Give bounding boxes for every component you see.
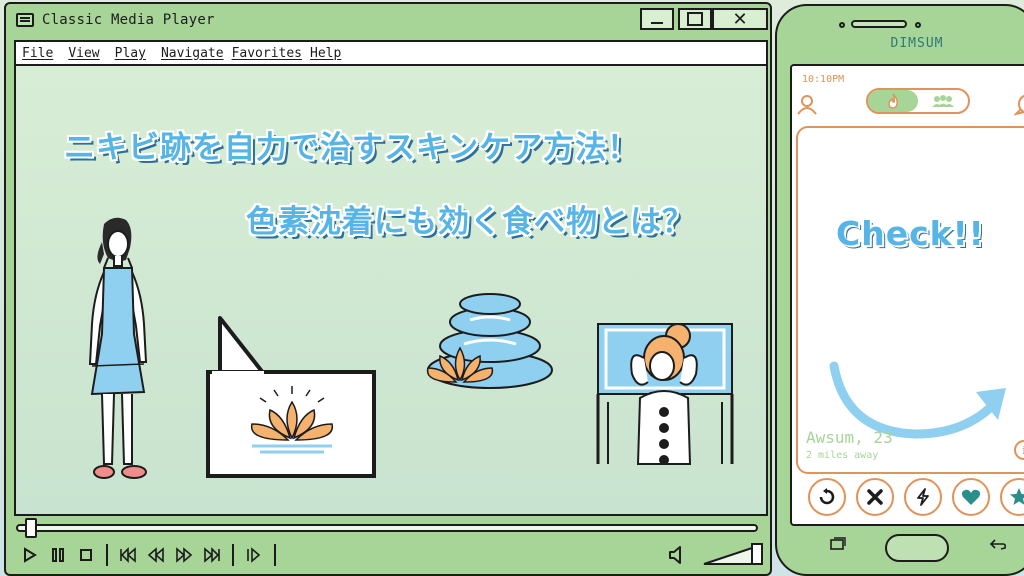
close-icon: ✕: [732, 8, 748, 30]
fast-forward-button[interactable]: [170, 543, 198, 567]
profile-distance: 2 miles away: [806, 450, 879, 461]
close-button[interactable]: ✕: [712, 8, 768, 30]
woman-illustration: [88, 217, 148, 479]
playback-controls: [16, 542, 282, 568]
frame-step-button[interactable]: [240, 543, 268, 567]
seek-handle[interactable]: [25, 518, 38, 538]
profile-icon[interactable]: [796, 94, 818, 116]
recent-apps-icon[interactable]: [829, 536, 847, 552]
phone-brand: DIMSUM: [890, 36, 944, 51]
app-tabs: [866, 88, 970, 114]
phone-sensor-dot: [915, 22, 921, 28]
video-headline-1: ニキビ跡を自力で治すスキンケア方法！: [64, 130, 640, 166]
seek-bar[interactable]: [16, 524, 758, 532]
swipe-actions: [808, 478, 1024, 516]
controls-separator: [274, 544, 276, 566]
relaxing-woman-illustration: [596, 323, 734, 465]
boost-action-button[interactable]: [904, 478, 942, 516]
undo-icon: [819, 488, 835, 505]
menu-bar: File View Play Navigate Favorites Help: [14, 40, 768, 66]
star-icon: [1010, 488, 1024, 505]
phone-speaker: [851, 20, 907, 28]
tab-discover[interactable]: [868, 90, 918, 112]
skip-forward-icon: [204, 547, 220, 563]
play-icon: [24, 547, 37, 563]
video-screen[interactable]: ニキビ跡を自力で治すスキンケア方法！ 色素沈着にも効く食べ物とは？: [14, 66, 768, 516]
video-headline-2: 色素沈着にも効く食べ物とは？: [246, 204, 694, 240]
fast-forward-icon: [176, 547, 193, 563]
menu-favorites[interactable]: Favorites: [232, 46, 302, 61]
controls-separator: [106, 544, 108, 566]
superlike-action-button[interactable]: [1000, 478, 1024, 516]
title-bar[interactable]: Classic Media Player ✕: [6, 4, 770, 38]
skip-forward-button[interactable]: [198, 543, 226, 567]
menu-help[interactable]: Help: [310, 46, 341, 61]
volume-slider[interactable]: [702, 542, 766, 566]
phone-camera-dot: [839, 22, 845, 28]
flame-icon: [888, 93, 898, 109]
skip-back-button[interactable]: [114, 543, 142, 567]
rewind-action-button[interactable]: [808, 478, 846, 516]
phone-device: DIMSUM 10:10PM Check!! Awsum, 23 2 miles…: [775, 4, 1024, 576]
rewind-icon: [147, 547, 164, 563]
profile-card[interactable]: Check!! Awsum, 23 2 miles away i: [796, 126, 1024, 474]
dislike-action-button[interactable]: [856, 478, 894, 516]
stop-icon: [80, 549, 92, 561]
media-player-window: Classic Media Player ✕ File View Play Na…: [4, 2, 772, 576]
rewind-button[interactable]: [142, 543, 170, 567]
chat-icon[interactable]: [1014, 92, 1024, 116]
menu-navigate[interactable]: Navigate: [161, 46, 224, 61]
speech-bubble-lotus: [206, 316, 376, 478]
pause-button[interactable]: [44, 543, 72, 567]
back-icon[interactable]: [989, 536, 1007, 552]
stop-button[interactable]: [72, 543, 100, 567]
controls-separator: [232, 544, 234, 566]
menu-view[interactable]: View: [68, 46, 99, 61]
heart-icon: [961, 489, 981, 505]
tab-friends[interactable]: [918, 90, 968, 112]
card-headline: Check!!: [836, 214, 985, 253]
group-icon: [932, 95, 954, 107]
menu-play[interactable]: Play: [115, 46, 146, 61]
play-button[interactable]: [16, 543, 44, 567]
status-time: 10:10PM: [802, 74, 845, 85]
volume-icon[interactable]: [666, 544, 686, 566]
window-title: Classic Media Player: [42, 12, 215, 28]
minimize-button[interactable]: [640, 8, 674, 30]
volume-knob[interactable]: [751, 543, 763, 565]
menu-file[interactable]: File: [22, 46, 53, 61]
close-x-icon: [867, 489, 883, 505]
pause-icon: [52, 548, 64, 562]
skip-back-icon: [120, 547, 136, 563]
media-player-icon: [16, 13, 34, 27]
maximize-button[interactable]: [678, 8, 712, 30]
lightning-icon: [917, 488, 929, 506]
home-button[interactable]: [885, 534, 949, 562]
frame-step-icon: [247, 547, 261, 563]
spa-stones-lotus: [426, 293, 553, 389]
like-action-button[interactable]: [952, 478, 990, 516]
phone-screen: 10:10PM Check!! Awsum, 23 2 miles away i: [790, 64, 1024, 526]
profile-name: Awsum, 23: [806, 428, 893, 447]
